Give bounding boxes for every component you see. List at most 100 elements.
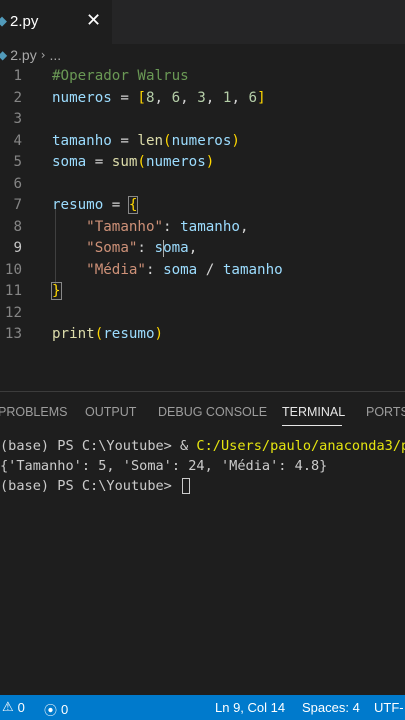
code-token: numeros (171, 132, 232, 149)
code-token: { (127, 196, 139, 214)
terminal-cursor (182, 478, 191, 494)
line-number: 3 (13, 111, 22, 127)
code-line[interactable]: 13 print(resumo) (0, 324, 405, 346)
line-number: 10 (4, 261, 22, 278)
code-line[interactable]: 10 "Média": soma / tamanho (0, 260, 405, 282)
code-token: = (111, 89, 138, 106)
code-token: , (205, 89, 223, 106)
code-token: resumo (52, 197, 104, 213)
code-token: soma (52, 154, 87, 170)
indentation[interactable]: Spaces: 4 (302, 700, 360, 715)
code-line[interactable]: 2 numeros = [8, 6, 3, 1, 6] (0, 88, 405, 110)
code-token: , (154, 89, 172, 106)
code-token: } (51, 282, 62, 300)
python-file-icon: ◆ (0, 48, 8, 62)
code-token: : (163, 218, 181, 235)
code-text: soma = sum(numeros) (52, 152, 214, 174)
terminal-line-1: (base) PS C:\Youtube> & C:/Users/paulo/a… (0, 436, 405, 456)
line-number: 13 (4, 326, 22, 342)
code-line[interactable]: 5 soma = sum(numeros) (0, 152, 405, 174)
code-token: "Tamanho" (86, 218, 164, 235)
code-token: 8 (145, 89, 155, 106)
code-text: tamanho = len(numeros) (52, 131, 240, 153)
editor-tab-bar: ◆ 2.py ✕ (0, 0, 405, 44)
code-token: = (86, 154, 112, 170)
line-number: 11 (4, 283, 22, 299)
tab-debug-console[interactable]: DEBUG CONSOLE (158, 405, 267, 419)
code-token: = (111, 132, 138, 149)
bottom-panel: PROBLEMS OUTPUT DEBUG CONSOLE TERMINAL P… (0, 391, 405, 695)
code-text: #Operador Walrus (52, 66, 189, 88)
code-text: "Média": soma / tamanho (52, 260, 282, 282)
breadcrumb-file[interactable]: 2.py (10, 47, 36, 63)
code-token: "Média" (86, 261, 146, 278)
ports-count: 0 (61, 702, 69, 717)
code-token: "Soma" (86, 240, 138, 256)
code-editor[interactable]: 1 #Operador Walrus 2 numeros = [8, 6, 3, 1,… (0, 66, 405, 391)
broadcast-icon: ⦿ (44, 704, 58, 719)
line-number: 1 (13, 68, 22, 84)
ports-indicator[interactable]: ⦿ 0 (44, 700, 68, 719)
code-token: #Operador Walrus (52, 68, 189, 84)
terminal-line-2: {'Tamanho': 5, 'Soma': 24, 'Média': 4.8} (0, 458, 328, 474)
terminal-line-3: (base) PS C:\Youtube> (0, 476, 191, 496)
code-token: len (137, 132, 164, 149)
close-icon[interactable]: ✕ (86, 10, 101, 31)
code-token: oma (163, 240, 189, 256)
code-line[interactable]: 7 resumo = { (0, 195, 405, 217)
code-line[interactable]: 11} (0, 281, 405, 303)
code-line[interactable]: 3 (0, 109, 405, 131)
code-line[interactable]: 12 (0, 303, 405, 325)
code-token: , (180, 89, 198, 106)
code-text: resumo = { (52, 195, 139, 217)
code-line[interactable]: 4 tamanho = len(numeros) (0, 131, 405, 153)
tab-problems[interactable]: PROBLEMS (0, 405, 67, 419)
code-token: : (137, 240, 155, 256)
code-token: 6 (248, 89, 258, 106)
code-line[interactable]: 8 "Tamanho": tamanho, (0, 217, 405, 239)
active-tab-indicator (282, 425, 342, 426)
python-file-icon: ◆ (0, 14, 7, 29)
line-number: 9 (13, 240, 22, 256)
code-token: sum (111, 154, 138, 170)
tab-2-py[interactable]: ◆ 2.py ✕ (0, 0, 112, 44)
code-token: = (103, 197, 129, 213)
code-token: ] (257, 89, 266, 106)
code-token: ( (94, 326, 104, 342)
encoding[interactable]: UTF- (374, 700, 404, 715)
breadcrumb: ◆ 2.py › ... (0, 44, 405, 66)
line-number: 12 (4, 304, 22, 321)
code-token: resumo (103, 326, 155, 342)
code-line[interactable]: 9 "Soma": soma, (0, 238, 405, 260)
code-token: [ (137, 89, 146, 106)
error-count: 0 (17, 700, 25, 715)
breadcrumb-separator: › (40, 48, 46, 62)
line-number: 4 (13, 132, 22, 149)
panel-tabs: PROBLEMS OUTPUT DEBUG CONSOLE TERMINAL P… (0, 392, 405, 432)
breadcrumb-more[interactable]: ... (50, 47, 62, 63)
code-line[interactable]: 6 (0, 174, 405, 196)
code-token: : (145, 261, 164, 278)
code-token: numeros (52, 89, 112, 106)
code-token: print (52, 326, 95, 342)
code-token: ) (231, 132, 240, 149)
code-token: / (197, 261, 223, 278)
code-line[interactable]: 1 #Operador Walrus (0, 66, 405, 88)
code-token: ) (154, 326, 164, 342)
code-token: tamanho (180, 218, 240, 235)
line-number: 8 (13, 218, 22, 235)
line-number: 5 (13, 154, 22, 170)
tab-terminal[interactable]: TERMINAL (282, 405, 345, 419)
problems-indicator[interactable]: ⚠ 0 (2, 700, 25, 715)
code-token: ( (163, 132, 172, 149)
cursor-position[interactable]: Ln 9, Col 14 (215, 700, 285, 715)
tab-ports[interactable]: PORTS (366, 405, 405, 419)
tab-label: 2.py (10, 13, 39, 30)
tab-output[interactable]: OUTPUT (85, 405, 136, 419)
terminal-command-path: C:/Users/paulo/anaconda3/py (196, 438, 405, 454)
code-text: } (51, 281, 62, 303)
code-token: 6 (171, 89, 181, 106)
code-token: 3 (197, 89, 206, 106)
status-bar: ⚠ 0 ⦿ 0 Ln 9, Col 14 Spaces: 4 UTF- (0, 695, 405, 720)
